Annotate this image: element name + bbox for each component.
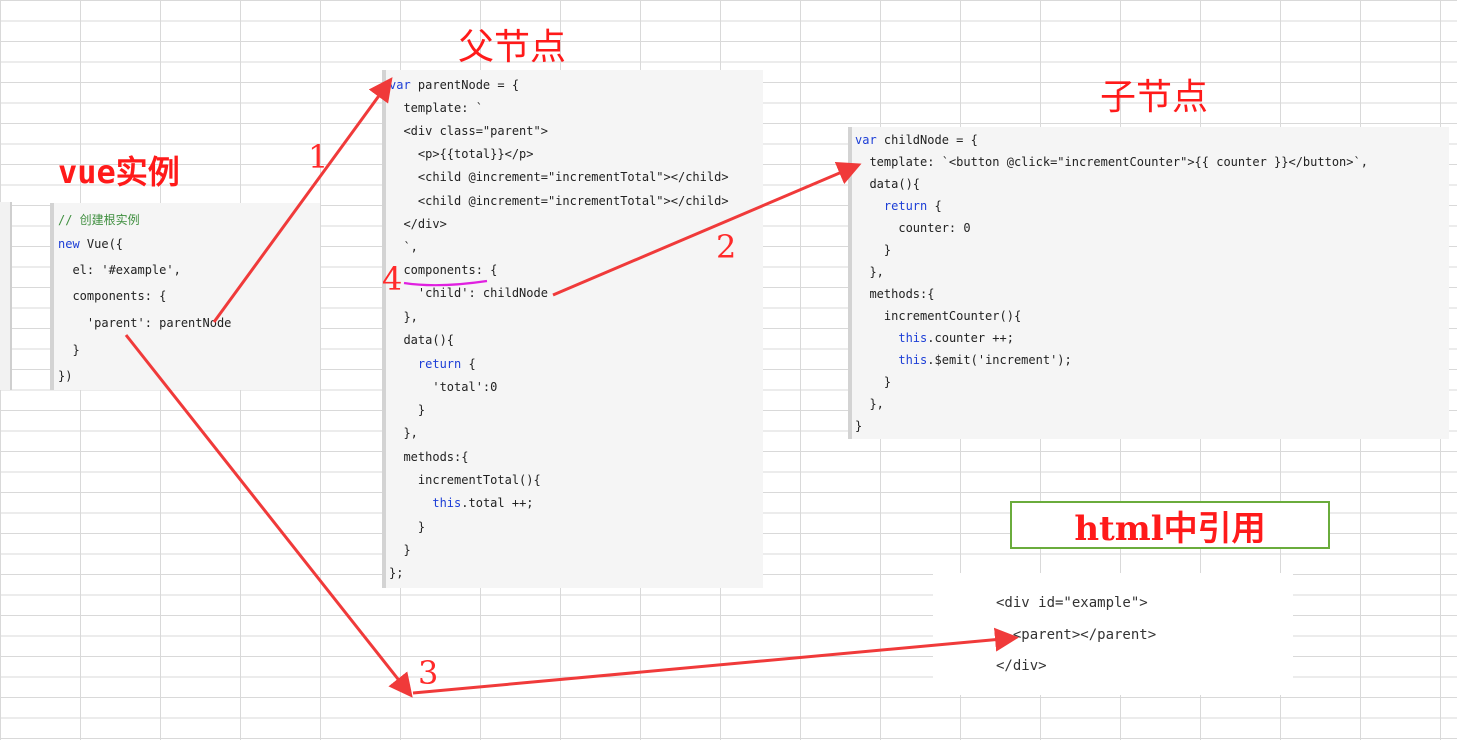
components-underline xyxy=(403,279,488,287)
arrow-1 xyxy=(212,77,393,323)
arrows-overlay xyxy=(124,77,1019,698)
arrow-2 xyxy=(552,162,862,297)
arrow-3a xyxy=(124,334,413,698)
arrow-3b xyxy=(412,627,1019,695)
